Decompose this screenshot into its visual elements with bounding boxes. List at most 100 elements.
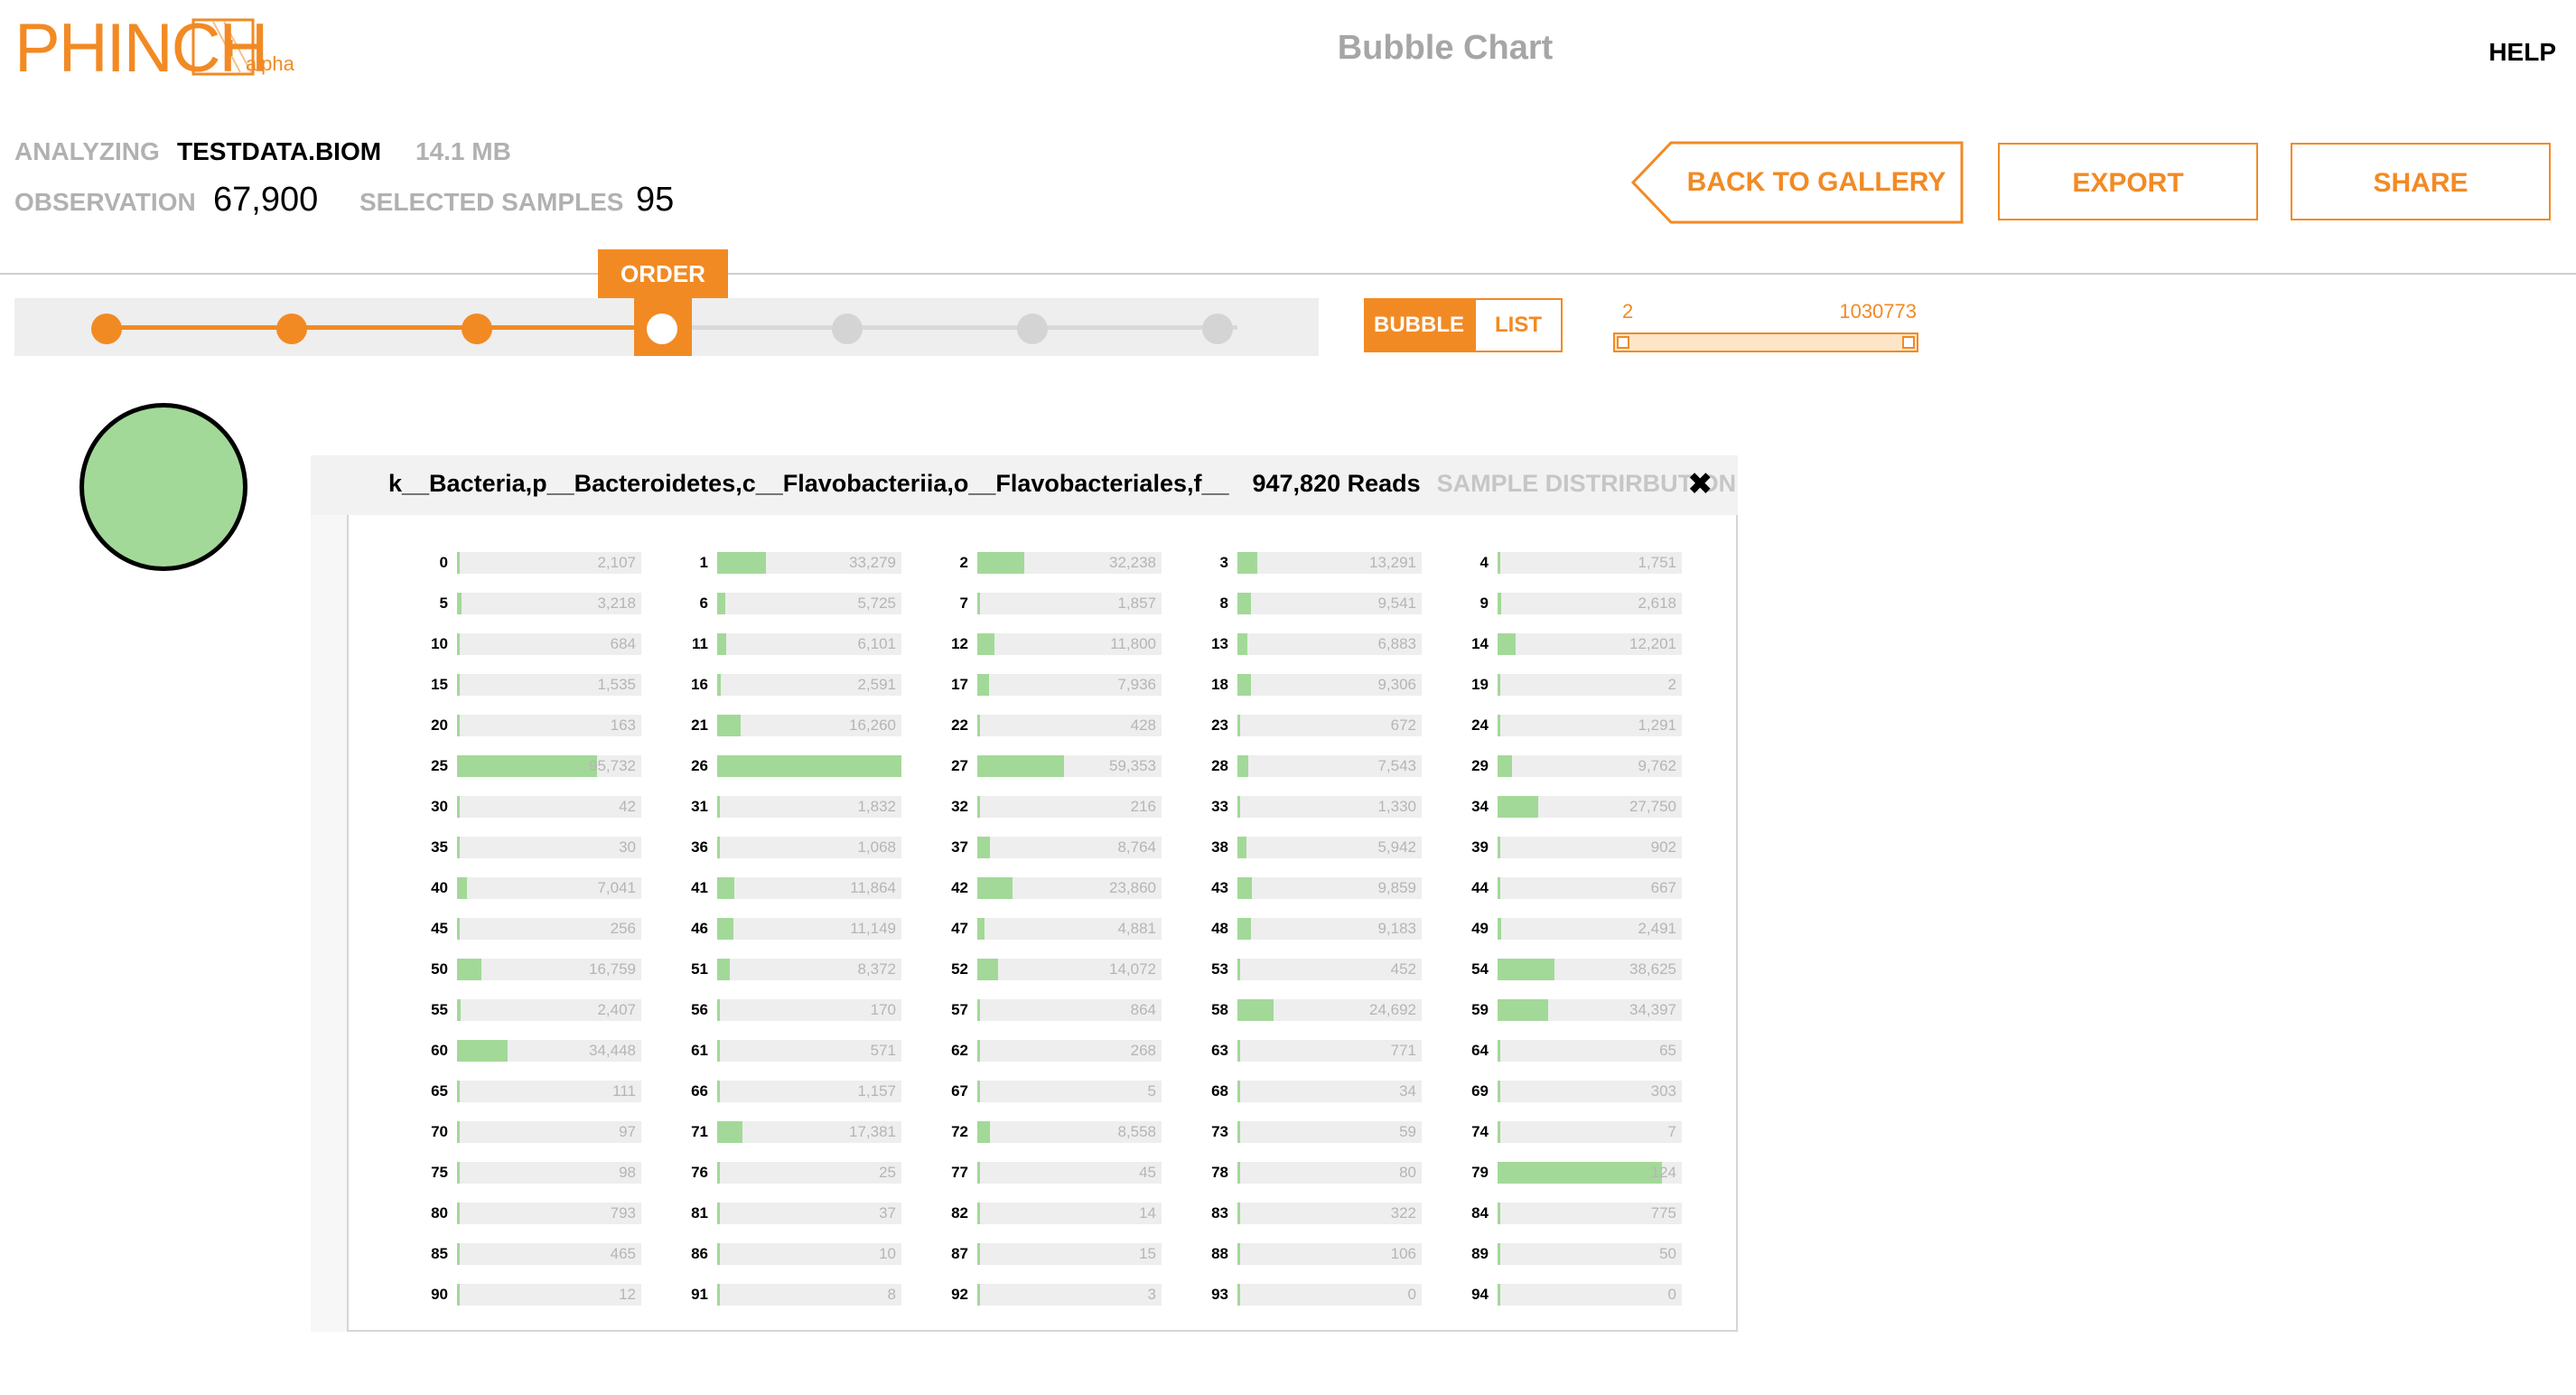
sample-bar: 25 xyxy=(717,1162,901,1184)
sample-bar-tick xyxy=(1498,1203,1500,1224)
close-icon[interactable]: ✖ xyxy=(1687,466,1713,502)
sample-row: 34 27,750 xyxy=(1452,793,1682,820)
order-level-dot[interactable] xyxy=(647,314,677,344)
sample-bar: 7,936 xyxy=(977,674,1162,696)
sample-bar: 216 xyxy=(977,796,1162,818)
sample-value: 775 xyxy=(1650,1204,1676,1222)
sample-row: 52 14,072 xyxy=(932,956,1162,983)
sample-value: 9,183 xyxy=(1377,920,1416,937)
sample-id: 86 xyxy=(691,1245,708,1262)
sample-bar: 684 xyxy=(457,633,641,655)
sample-row: 56 170 xyxy=(672,997,901,1024)
sample-value: 256 xyxy=(610,920,636,937)
sample-id: 32 xyxy=(951,798,968,815)
sample-value: 59 xyxy=(1399,1123,1416,1140)
order-level-dot[interactable] xyxy=(462,314,492,344)
sample-bar-fill xyxy=(457,877,467,899)
list-view-button[interactable]: LIST xyxy=(1474,298,1563,352)
sample-value: 672 xyxy=(1390,716,1416,734)
sample-id: 7 xyxy=(959,595,968,612)
sample-row: 69 303 xyxy=(1452,1078,1682,1105)
sample-id: 13 xyxy=(1211,635,1228,652)
sample-row: 39 902 xyxy=(1452,834,1682,861)
sample-bar-tick xyxy=(1237,796,1240,818)
sample-id: 1 xyxy=(699,554,708,571)
sample-bar: 32,238 xyxy=(977,552,1162,574)
sample-id: 87 xyxy=(951,1245,968,1262)
sample-bar: 2,618 xyxy=(1498,593,1682,614)
sample-id: 72 xyxy=(951,1123,968,1140)
sample-bar-fill xyxy=(457,1040,508,1062)
page-title: Bubble Chart xyxy=(1337,29,1554,67)
sample-bar: 59 xyxy=(1237,1121,1422,1143)
sample-bar-tick xyxy=(977,1203,980,1224)
help-link[interactable]: HELP xyxy=(2466,38,2556,67)
sample-value: 303 xyxy=(1650,1082,1676,1100)
sample-row: 85 465 xyxy=(412,1241,641,1268)
sample-bar-fill xyxy=(457,755,597,777)
back-to-gallery-button[interactable]: BACK TO GALLERY xyxy=(1631,141,1964,224)
sample-id: 63 xyxy=(1211,1042,1228,1059)
sample-bar-tick xyxy=(1237,1243,1240,1265)
sample-bar-fill xyxy=(717,552,766,574)
range-slider[interactable] xyxy=(1613,332,1918,352)
sample-bar: 12 xyxy=(457,1284,641,1306)
sample-bar-tick xyxy=(1498,715,1500,736)
sample-row: 15 1,535 xyxy=(412,671,641,698)
sample-value: 3 xyxy=(1147,1286,1156,1303)
sample-value: 1,157 xyxy=(857,1082,896,1100)
sample-value: 23,860 xyxy=(1109,879,1156,896)
sample-value: 793 xyxy=(610,1204,636,1222)
sample-bar-fill xyxy=(1498,918,1501,940)
export-button[interactable]: EXPORT xyxy=(1998,143,2258,220)
sample-id: 19 xyxy=(1471,676,1489,693)
sample-value: 14 xyxy=(1139,1204,1156,1222)
sample-row: 93 0 xyxy=(1192,1281,1422,1308)
sample-id: 22 xyxy=(951,716,968,734)
range-max-handle[interactable] xyxy=(1902,336,1915,349)
sample-bar: 1,068 xyxy=(717,837,901,858)
sample-bar: 7,543 xyxy=(1237,755,1422,777)
sample-row: 32 216 xyxy=(932,793,1162,820)
sample-bar: 34,397 xyxy=(1498,999,1682,1021)
sample-bar-tick xyxy=(457,1203,460,1224)
sample-id: 9 xyxy=(1479,595,1489,612)
sample-value: 38,625 xyxy=(1629,960,1676,978)
sample-row: 14 12,201 xyxy=(1452,631,1682,658)
sample-bar-fill xyxy=(1237,877,1252,899)
sample-row: 4 1,751 xyxy=(1452,549,1682,576)
order-level-dot[interactable] xyxy=(832,314,863,344)
range-min-handle[interactable] xyxy=(1617,336,1629,349)
sample-row: 68 34 xyxy=(1192,1078,1422,1105)
sample-id: 36 xyxy=(691,838,708,856)
sample-bar-tick xyxy=(977,1243,980,1265)
bubble-view-button[interactable]: BUBBLE xyxy=(1364,298,1474,352)
order-level-dot[interactable] xyxy=(91,314,122,344)
sample-bar-tick xyxy=(457,674,460,696)
order-level-dot[interactable] xyxy=(1017,314,1048,344)
sample-bar: 5 xyxy=(977,1081,1162,1102)
order-level-dot[interactable] xyxy=(276,314,307,344)
sample-value: 98 xyxy=(619,1164,636,1181)
sample-value: 124 xyxy=(1650,1164,1676,1181)
taxon-bubble[interactable] xyxy=(79,403,247,571)
sample-bar: 0 xyxy=(1498,1284,1682,1306)
sample-row: 0 2,107 xyxy=(412,549,641,576)
order-level-dot[interactable] xyxy=(1202,314,1233,344)
sample-id: 71 xyxy=(691,1123,708,1140)
sample-bar-tick xyxy=(1237,959,1240,980)
sample-row: 21 16,260 xyxy=(672,712,901,739)
sample-id: 27 xyxy=(951,757,968,774)
sample-value: 11,864 xyxy=(850,879,896,896)
share-button[interactable]: SHARE xyxy=(2291,143,2551,220)
sample-value: 684 xyxy=(610,635,636,652)
sample-row: 24 1,291 xyxy=(1452,712,1682,739)
sample-bar-tick xyxy=(717,1284,720,1306)
sample-value: 9,859 xyxy=(1377,879,1416,896)
sample-bar: 15 xyxy=(977,1243,1162,1265)
sample-id: 28 xyxy=(1211,757,1228,774)
sample-bar-fill xyxy=(1237,593,1251,614)
sample-bar-tick xyxy=(717,999,720,1021)
sample-bar: 9,541 xyxy=(1237,593,1422,614)
sample-bar: 33,279 xyxy=(717,552,901,574)
